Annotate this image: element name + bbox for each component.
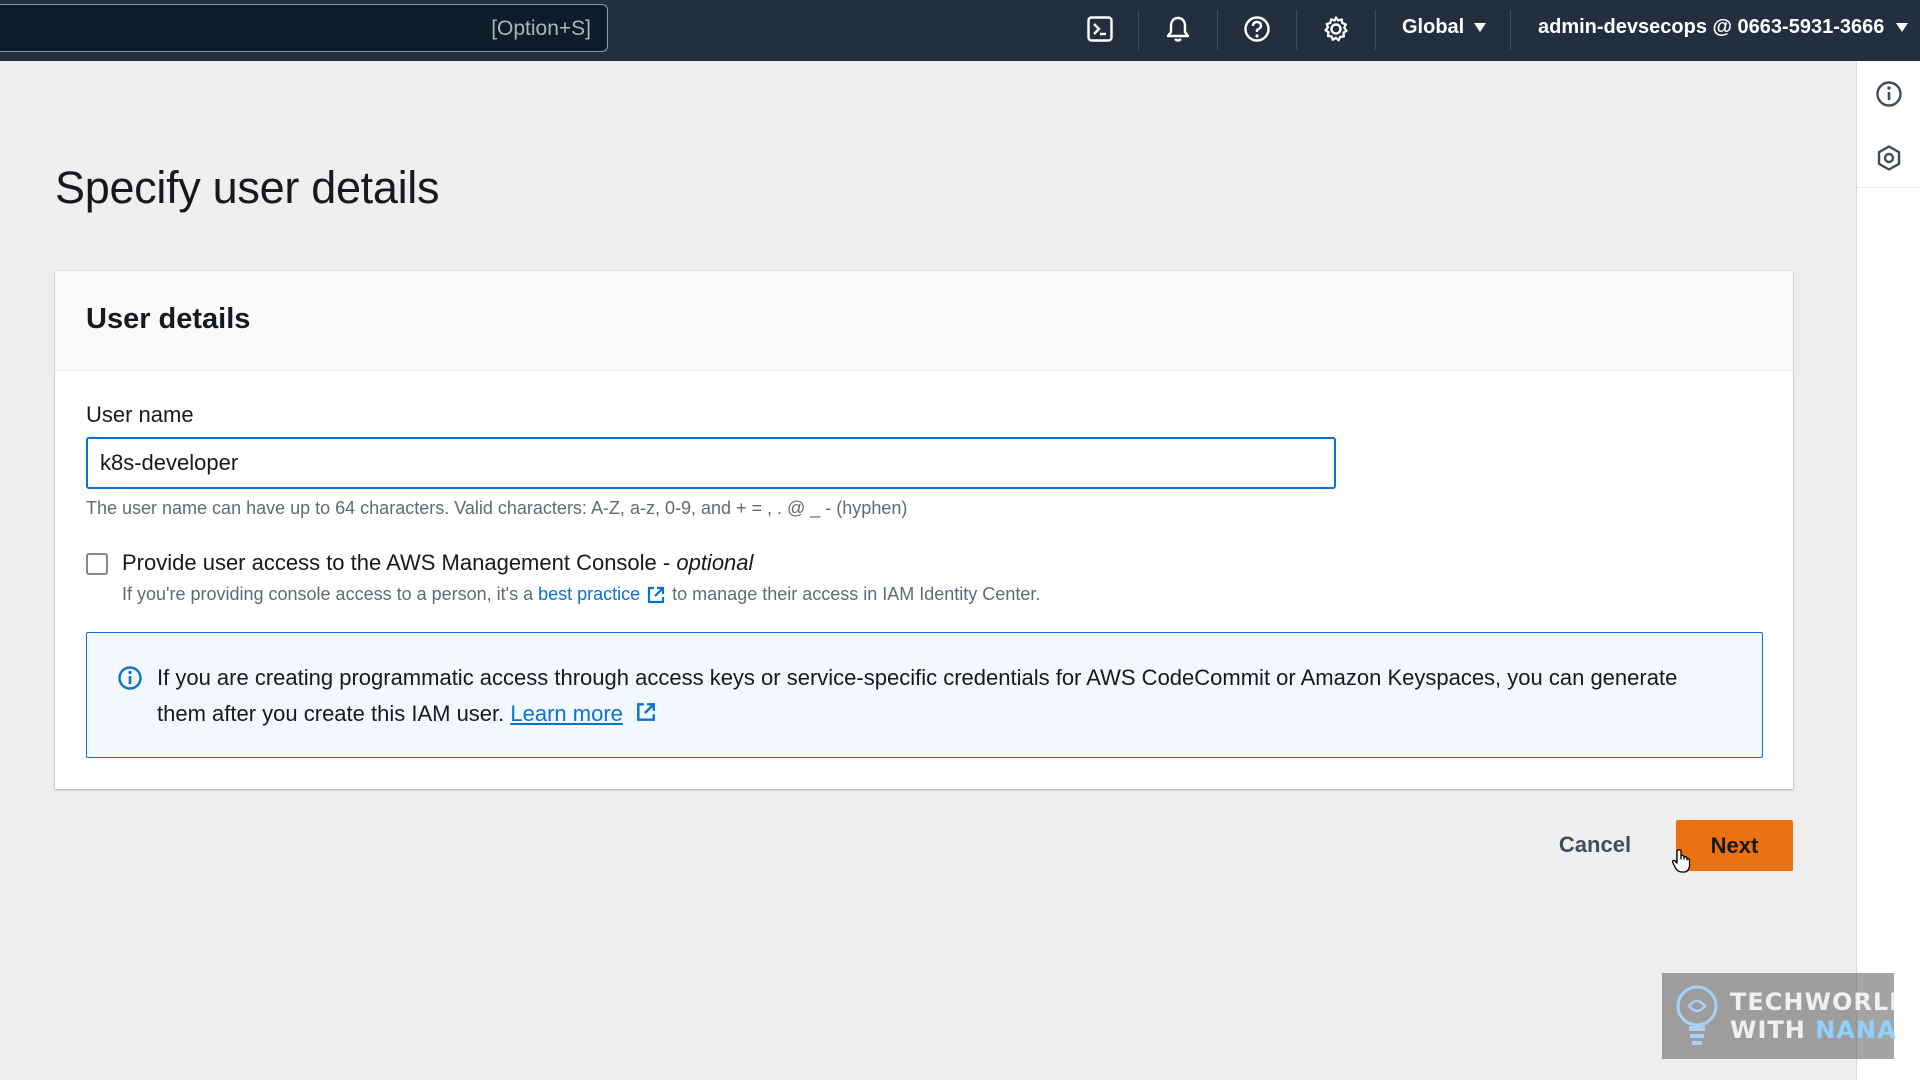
gear-icon[interactable] [1318,11,1354,47]
username-constraint-text: The user name can have up to 64 characte… [86,498,908,518]
watermark-line-1: TECHWORLD [1730,988,1911,1016]
external-link-icon [635,701,657,723]
description-text-after: to manage their access in IAM Identity C… [672,584,1041,604]
cancel-button[interactable]: Cancel [1540,820,1650,870]
caret-down-icon [1896,23,1909,32]
hand-cursor-icon [1671,848,1693,879]
info-alert-text: If you are creating programmatic access … [157,660,1717,732]
caret-down-icon [1474,23,1487,32]
help-icon[interactable] [1239,11,1275,47]
bell-icon[interactable] [1160,11,1196,47]
page-title: Specify user details [55,162,440,213]
search-box[interactable]: [Option+S] [0,4,608,52]
console-access-checkbox[interactable] [86,553,108,575]
lightbulb-logo-icon [1672,979,1722,1054]
divider [1217,10,1218,50]
best-practice-link[interactable]: best practice [538,584,640,605]
container-header: User details [55,271,1793,371]
divider [1857,187,1920,188]
watermark-text: TECHWORLD WITH NANA [1730,988,1910,1044]
top-navigation-bar: [Option+S] Global admin-devsecops @ 0663… [0,0,1920,61]
region-selector[interactable]: Global [1402,16,1487,39]
info-alert-message: If you are creating programmatic access … [157,665,1678,726]
description-text-before: If you're providing console access to a … [122,584,539,604]
search-shortcut-hint: [Option+S] [491,17,591,40]
divider [1296,10,1297,50]
optional-tag: optional [676,550,754,575]
divider [1510,10,1511,50]
external-link-icon [646,585,666,605]
next-button[interactable]: Next [1676,820,1793,871]
watermark-line-2-accent: NANA [1815,1016,1897,1044]
divider [1138,10,1139,50]
region-label: Global [1402,16,1465,38]
account-menu[interactable]: admin-devsecops @ 0663-5931-3666 [1538,16,1909,39]
right-utility-rail [1856,61,1920,1080]
info-icon [117,665,143,696]
username-input[interactable] [86,437,1336,489]
watermark-line-2-prefix: WITH [1730,1016,1816,1044]
user-details-container: User details User name The user name can… [55,271,1793,789]
watermark-line-2: WITH NANA [1730,1016,1910,1044]
learn-more-link[interactable]: Learn more [510,701,623,726]
hexagon-settings-icon[interactable] [1873,142,1905,174]
info-alert: If you are creating programmatic access … [86,632,1763,758]
channel-watermark: TECHWORLD WITH NANA [1662,973,1909,1059]
cloudshell-icon[interactable] [1082,11,1118,47]
console-access-label-text: Provide user access to the AWS Managemen… [122,550,677,575]
info-panel-icon[interactable] [1873,78,1905,110]
console-access-label[interactable]: Provide user access to the AWS Managemen… [122,550,753,576]
console-access-description: If you're providing console access to a … [122,584,1040,605]
account-label: admin-devsecops @ 0663-5931-3666 [1538,16,1885,38]
divider [1375,10,1376,50]
container-title: User details [86,303,251,335]
username-label: User name [86,402,194,427]
